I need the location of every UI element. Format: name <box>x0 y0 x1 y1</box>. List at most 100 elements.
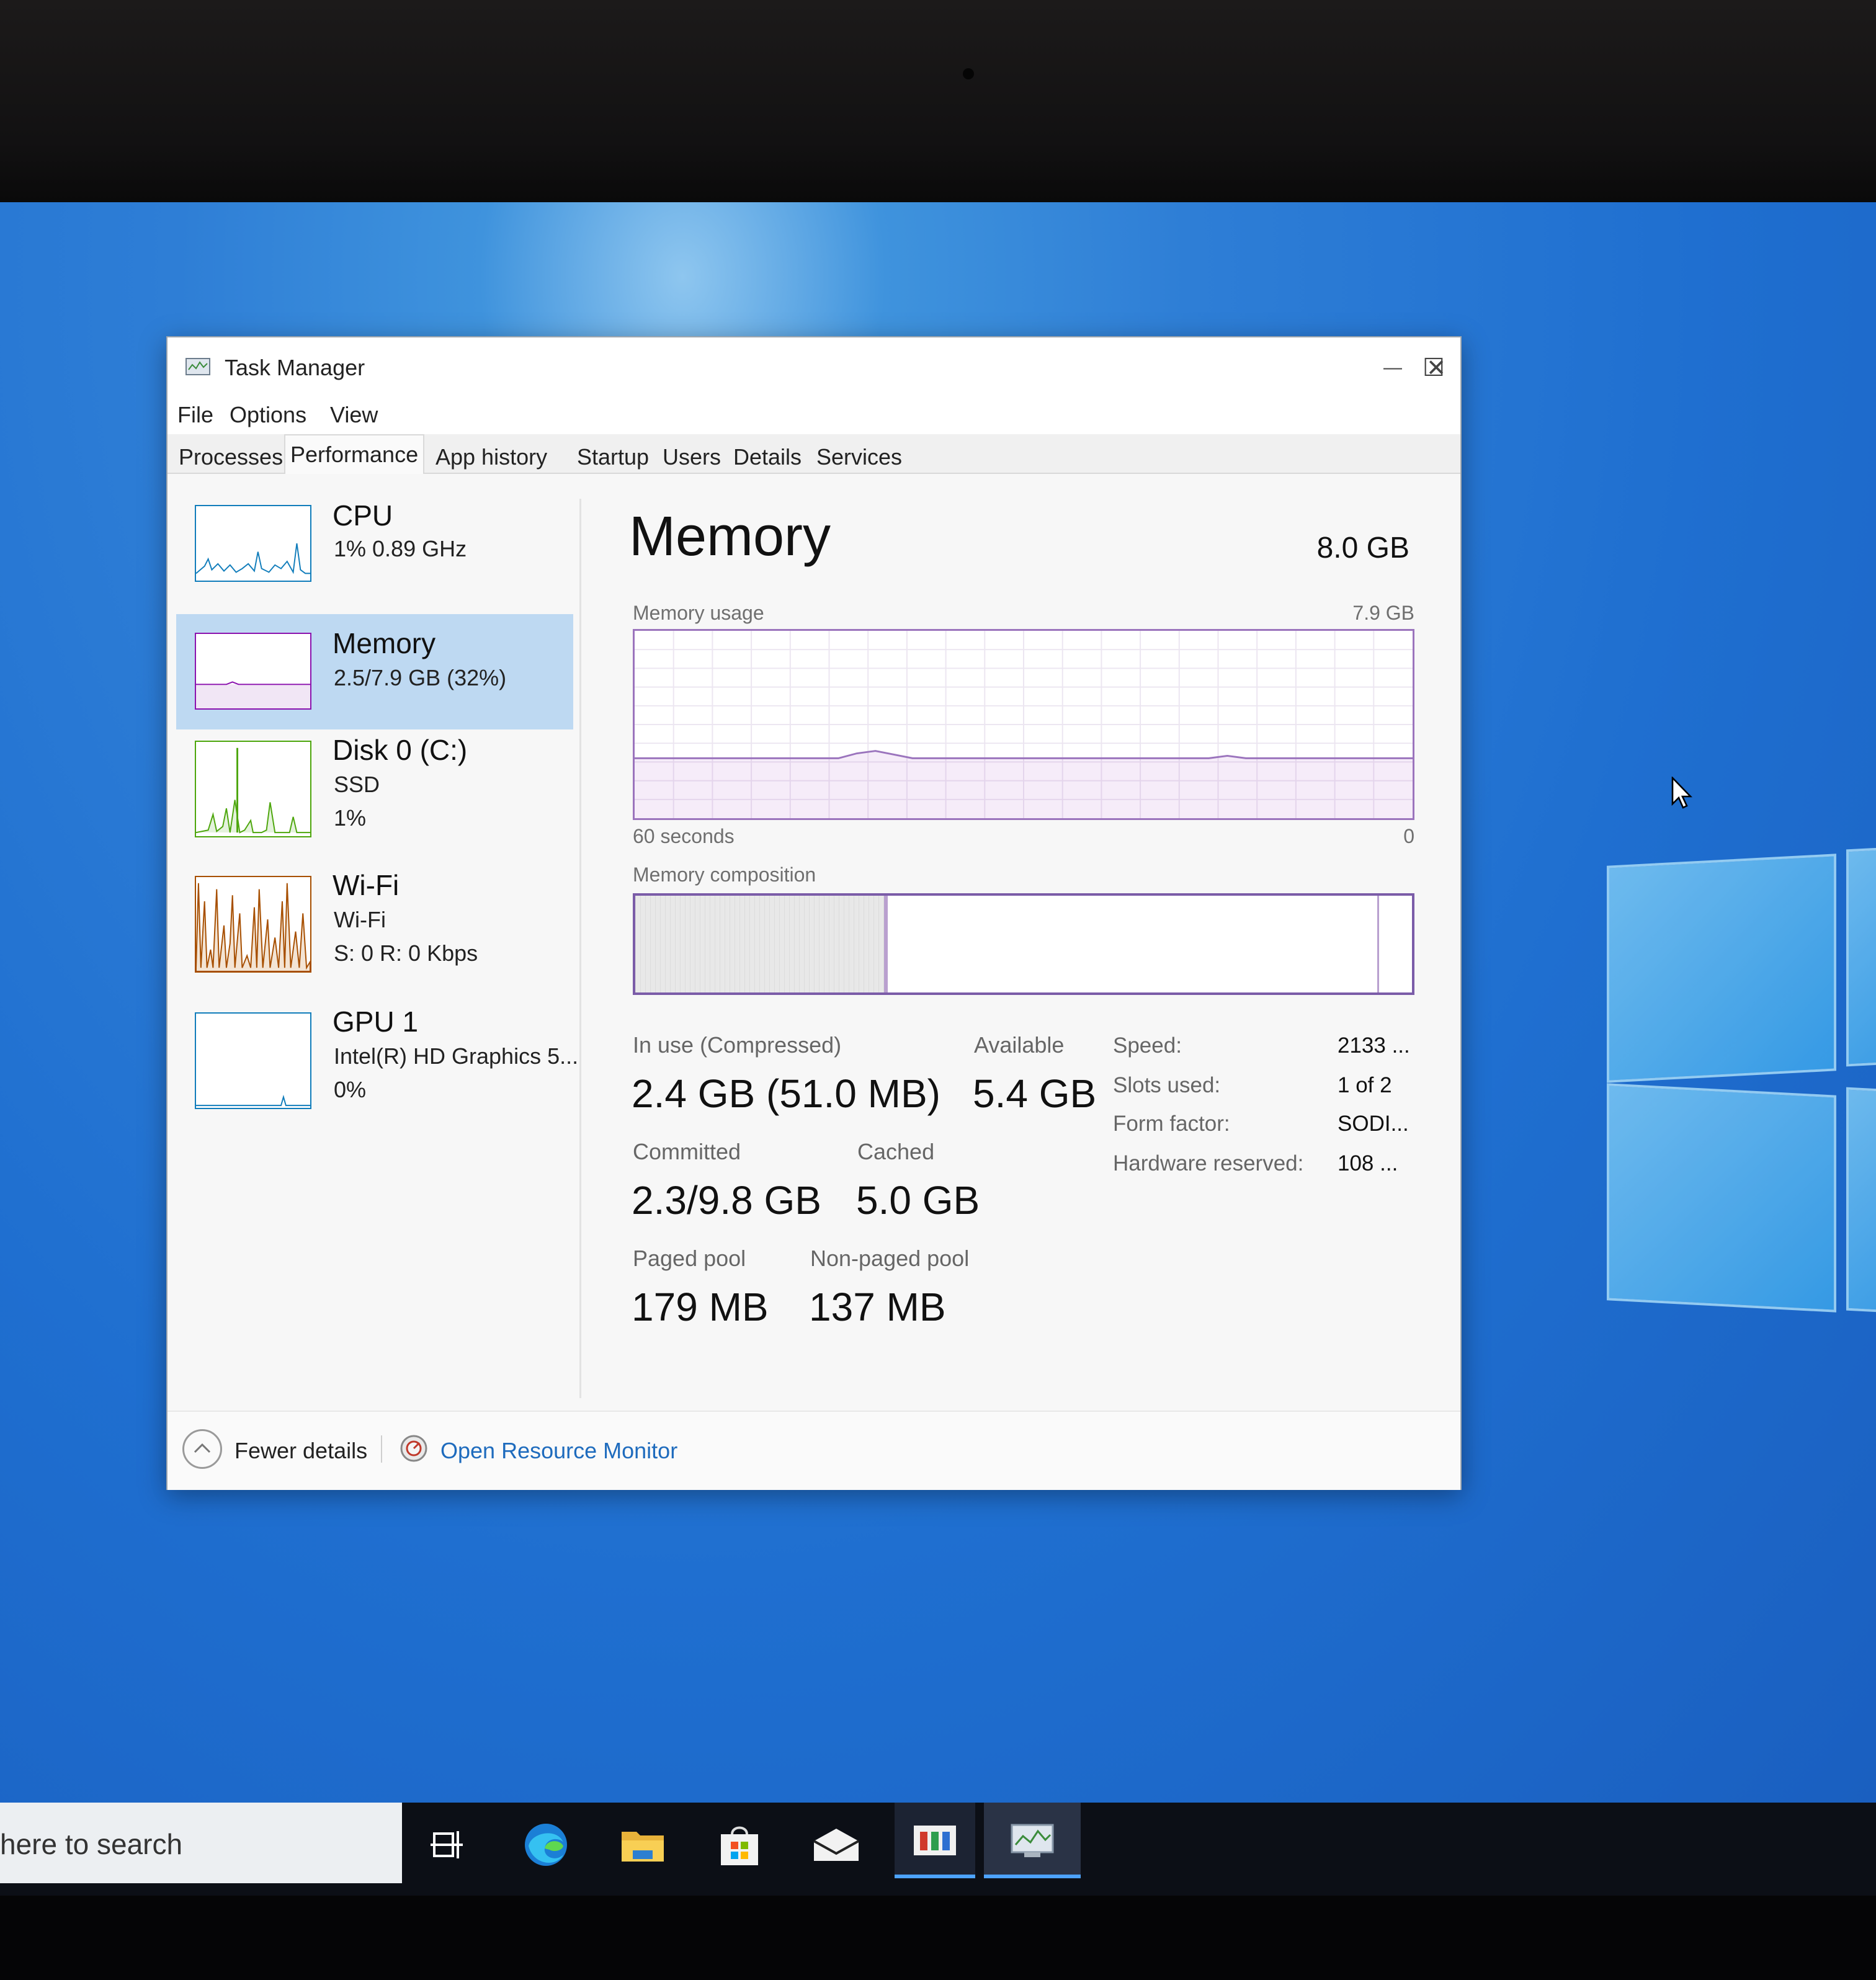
tab-users[interactable]: Users <box>658 438 726 474</box>
cpu-thumbnail-graph <box>195 505 311 582</box>
committed-value: 2.3/9.8 GB <box>632 1178 821 1223</box>
window-title: Task Manager <box>225 355 365 380</box>
task-manager-icon <box>1011 1824 1054 1857</box>
menu-bar: File Options View <box>168 397 1460 434</box>
paged-pool-value: 179 MB <box>632 1285 769 1329</box>
gpu-title: GPU 1 <box>333 1006 419 1038</box>
resource-monitor-icon <box>400 1435 427 1462</box>
sidebar-item-disk[interactable]: Disk 0 (C:) SSD 1% <box>176 733 573 849</box>
spec-speed-value: 2133 ... <box>1338 1033 1410 1058</box>
monitor-bezel <box>0 0 1876 202</box>
close-button[interactable]: ✕ <box>1414 346 1458 390</box>
file-explorer-button[interactable] <box>617 1820 669 1870</box>
spec-hardware-reserved-label: Hardware reserved: <box>1113 1151 1304 1175</box>
minimize-icon: — <box>1383 357 1402 378</box>
tab-app-history[interactable]: App history <box>431 438 552 474</box>
footer-bar: Fewer details Open Resource Monitor <box>168 1411 1460 1490</box>
committed-label: Committed <box>633 1139 741 1164</box>
tab-services[interactable]: Services <box>811 438 907 474</box>
gpu-thumbnail-graph <box>195 1012 311 1109</box>
graph-axis-left: 60 seconds <box>633 825 735 847</box>
spec-slots-label: Slots used: <box>1113 1073 1221 1097</box>
memory-title: Memory <box>333 627 436 659</box>
disk-title: Disk 0 (C:) <box>333 734 468 766</box>
mail-icon <box>813 1829 859 1861</box>
mouse-cursor-icon <box>1671 777 1692 809</box>
windows-logo-wallpaper <box>1607 835 1876 1315</box>
title-bar[interactable]: Task Manager — ☐ ✕ <box>168 337 1460 397</box>
tab-processes[interactable]: Processes <box>174 438 288 474</box>
task-manager-taskbar-button[interactable] <box>984 1803 1081 1878</box>
taskbar-search-box[interactable]: here to search <box>0 1803 402 1883</box>
cpu-title: CPU <box>333 499 393 532</box>
cpu-usage: 1% 0.89 GHz <box>334 536 467 561</box>
edge-button[interactable] <box>520 1820 572 1870</box>
gpu-model: Intel(R) HD Graphics 5... <box>334 1043 579 1069</box>
tab-startup[interactable]: Startup <box>572 438 654 474</box>
store-icon <box>721 1826 758 1865</box>
resource-list: CPU 1% 0.89 GHz Memory 2.5/7.9 GB (32%) … <box>168 474 578 1411</box>
memory-usage-area <box>635 751 1413 818</box>
app-icon <box>914 1826 956 1855</box>
active-app-indicator <box>895 1875 975 1878</box>
fewer-details-button[interactable] <box>182 1429 222 1469</box>
memory-composition-label: Memory composition <box>633 863 816 886</box>
active-app-indicator <box>984 1875 1081 1878</box>
sidebar-item-cpu[interactable]: CPU 1% 0.89 GHz <box>176 499 573 614</box>
tab-performance[interactable]: Performance <box>284 434 425 475</box>
task-view-button[interactable] <box>422 1820 474 1870</box>
close-icon: ✕ <box>1426 355 1446 381</box>
in-use-label: In use (Compressed) <box>633 1032 842 1058</box>
open-resource-monitor-link[interactable]: Open Resource Monitor <box>440 1438 677 1464</box>
search-placeholder: here to search <box>0 1828 183 1860</box>
cached-value: 5.0 GB <box>856 1178 980 1223</box>
cached-label: Cached <box>857 1139 935 1164</box>
disk-type: SSD <box>334 772 380 797</box>
sidebar-item-wifi[interactable]: Wi-Fi Wi-Fi S: 0 R: 0 Kbps <box>176 868 573 984</box>
menu-options[interactable]: Options <box>230 402 306 428</box>
sidebar-item-gpu[interactable]: GPU 1 Intel(R) HD Graphics 5... 0% <box>176 1005 578 1120</box>
available-label: Available <box>974 1032 1065 1058</box>
fewer-details-link[interactable]: Fewer details <box>234 1438 367 1464</box>
memory-heading: Memory <box>629 506 831 568</box>
memory-usage-label: Memory usage <box>633 602 764 624</box>
task-manager-window: Task Manager — ☐ ✕ File Options View Pro… <box>166 336 1462 1490</box>
spec-slots-value: 1 of 2 <box>1338 1073 1392 1097</box>
memory-usage-graph <box>633 629 1414 820</box>
pinned-app-button[interactable] <box>895 1803 975 1878</box>
menu-view[interactable]: View <box>330 402 378 428</box>
gpu-usage: 0% <box>334 1077 367 1102</box>
camera <box>963 68 974 79</box>
composition-modified <box>883 896 888 992</box>
graph-axis-right: 0 <box>1403 825 1414 847</box>
performance-content: CPU 1% 0.89 GHz Memory 2.5/7.9 GB (32%) … <box>168 474 1460 1411</box>
composition-in-use <box>635 896 884 992</box>
sidebar-item-memory[interactable]: Memory 2.5/7.9 GB (32%) <box>176 614 573 729</box>
disk-thumbnail-graph <box>195 741 311 837</box>
monitor-bezel-bottom <box>0 1896 1876 1980</box>
file-explorer-icon <box>622 1832 664 1862</box>
panel-divider[interactable] <box>579 499 581 1398</box>
available-value: 5.4 GB <box>973 1071 1097 1116</box>
mail-button[interactable] <box>810 1820 862 1870</box>
wifi-thumbnail-graph <box>195 876 311 973</box>
memory-thumbnail-graph <box>195 633 311 710</box>
memory-detail-panel: Memory 8.0 GB Memory usage 7.9 GB 60 sec… <box>602 474 1458 1411</box>
spec-form-factor-value: SODI... <box>1338 1112 1409 1136</box>
menu-file[interactable]: File <box>177 402 213 428</box>
taskbar: here to search <box>0 1803 1876 1896</box>
composition-standby-edge <box>1377 896 1379 992</box>
disk-usage: 1% <box>334 805 367 831</box>
tab-details[interactable]: Details <box>728 438 806 474</box>
memory-usage: 2.5/7.9 GB (32%) <box>334 665 507 690</box>
store-button[interactable] <box>713 1820 766 1870</box>
memory-composition-bar <box>633 893 1414 995</box>
paged-pool-label: Paged pool <box>633 1246 746 1271</box>
spec-hardware-reserved-value: 108 ... <box>1338 1151 1398 1175</box>
wifi-throughput: S: 0 R: 0 Kbps <box>334 940 478 966</box>
task-manager-icon <box>185 358 210 375</box>
non-paged-pool-label: Non-paged pool <box>810 1246 970 1271</box>
tab-bar: Processes Performance App history Startu… <box>168 434 1460 475</box>
non-paged-pool-value: 137 MB <box>809 1285 946 1329</box>
wifi-adapter: Wi-Fi <box>334 907 386 932</box>
